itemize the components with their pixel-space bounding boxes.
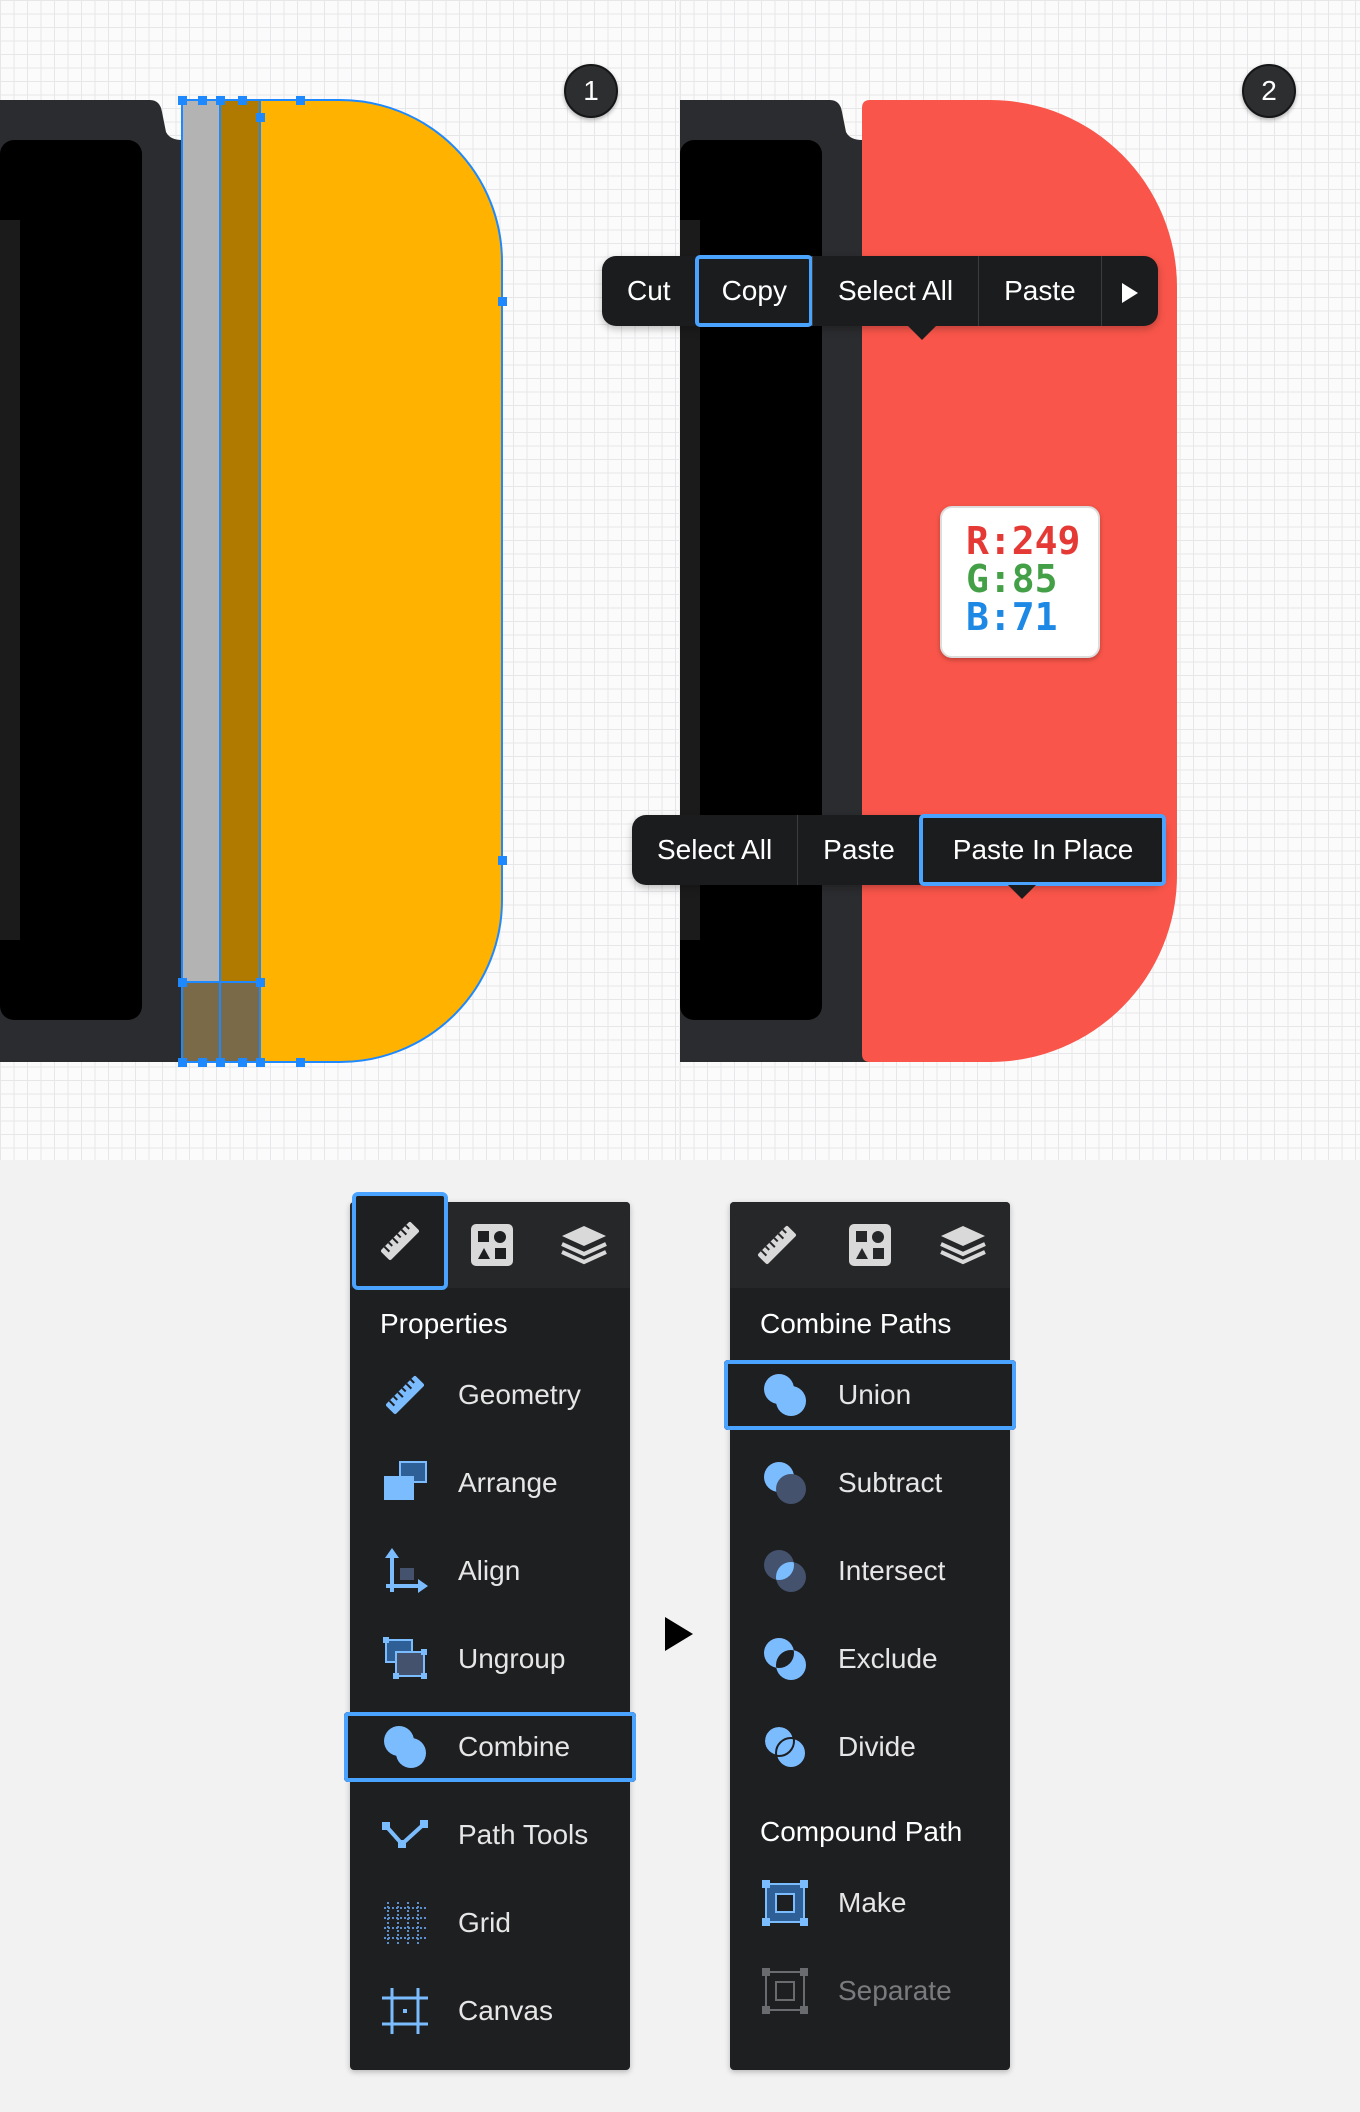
context-menu-paste: Select All Paste Paste In Place: [632, 814, 1167, 899]
canvas-icon: [380, 1986, 430, 2036]
combine-icon: [380, 1722, 430, 1772]
menu-item-union[interactable]: Union: [724, 1360, 1016, 1430]
step-1-artwork: [0, 96, 507, 1067]
menu-item-combine[interactable]: Combine: [344, 1712, 636, 1782]
menu-item-subtract[interactable]: Subtract: [730, 1448, 1010, 1518]
menu-item-ungroup[interactable]: Ungroup: [350, 1624, 630, 1694]
panel-tabs: [730, 1202, 1010, 1288]
menu-label: Divide: [838, 1731, 916, 1762]
play-arrow-icon[interactable]: [1100, 256, 1158, 326]
menu-label: Combine: [458, 1731, 571, 1762]
step-1-canvas: 1: [0, 0, 679, 1160]
divide-icon: [760, 1722, 810, 1772]
menu-item-separate[interactable]: Separate: [730, 1956, 1010, 2026]
menu-label: Ungroup: [458, 1643, 566, 1674]
menu-copy[interactable]: Copy: [694, 255, 813, 327]
menu-select-all[interactable]: Select All: [811, 256, 978, 326]
menu-label: Canvas: [458, 1995, 553, 2026]
union-icon: [760, 1370, 810, 1420]
menu-item-grid[interactable]: Grid: [350, 1888, 630, 1958]
menu-item-path-tools[interactable]: Path Tools: [350, 1800, 630, 1870]
menu-paste[interactable]: Paste: [978, 256, 1101, 326]
color-r-value: R:249: [966, 519, 1081, 563]
compound-path-title: Compound Path: [760, 1816, 963, 1847]
compound-make-icon: [760, 1878, 810, 1928]
compound-separate-icon: [760, 1966, 810, 2016]
shapes-icon[interactable]: [446, 1202, 538, 1288]
device-screen: [0, 140, 142, 1020]
color-value-sticker: R:249 G:85 B:71: [940, 506, 1100, 658]
menu-label: Subtract: [838, 1467, 943, 1498]
menu-label: Separate: [838, 1975, 952, 2006]
menu-cut[interactable]: Cut: [602, 256, 696, 326]
menu-label: Path Tools: [458, 1819, 589, 1850]
menu-label: Align: [458, 1555, 521, 1586]
menu-tail: [1008, 885, 1036, 899]
menu-item-geometry[interactable]: Geometry: [350, 1360, 630, 1430]
menu-tail: [908, 326, 936, 340]
menu-label: Geometry: [458, 1379, 581, 1410]
menu-label: Union: [838, 1379, 912, 1410]
subtract-icon: [760, 1458, 810, 1508]
grid-icon: [380, 1898, 430, 1948]
menu-paste-in-place[interactable]: Paste In Place: [918, 814, 1167, 886]
ungroup-icon: [380, 1634, 430, 1684]
path-tools-icon: [380, 1810, 430, 1860]
menu-paste-2[interactable]: Paste: [797, 815, 920, 885]
step-badge-1: 1: [564, 64, 618, 118]
menu-item-intersect[interactable]: Intersect: [730, 1536, 1010, 1606]
menu-item-align[interactable]: Align: [350, 1536, 630, 1606]
menu-label: Exclude: [838, 1643, 938, 1674]
menu-label: Intersect: [838, 1555, 946, 1586]
ruler-icon[interactable]: [730, 1202, 823, 1288]
menu-item-arrange[interactable]: Arrange: [350, 1448, 630, 1518]
ruler-icon: [380, 1370, 430, 1420]
menu-item-divide[interactable]: Divide: [730, 1712, 1010, 1782]
arrange-icon: [380, 1458, 430, 1508]
layers-icon[interactable]: [916, 1202, 1009, 1288]
properties-panel: Properties Geometry Arrange Align Ungrou…: [344, 1192, 636, 2070]
combine-paths-panel: Combine Paths Union Subtract Intersect E…: [724, 1202, 1016, 2070]
align-icon: [380, 1546, 430, 1596]
properties-title: Properties: [380, 1308, 508, 1339]
color-g-value: G:85: [966, 557, 1058, 601]
step-2-canvas: 2 R:249 G:85 B:71: [680, 0, 1360, 1160]
exclude-icon: [760, 1634, 810, 1684]
menu-item-exclude[interactable]: Exclude: [730, 1624, 1010, 1694]
context-menu-copy: Cut Copy Select All Paste: [602, 255, 1158, 340]
shapes-icon[interactable]: [823, 1202, 916, 1288]
intersect-icon: [760, 1546, 810, 1596]
menu-label: Grid: [458, 1907, 511, 1938]
menu-label: Arrange: [458, 1467, 558, 1498]
layers-icon[interactable]: [538, 1202, 630, 1288]
color-b-value: B:71: [966, 595, 1058, 639]
menu-label: Make: [838, 1887, 907, 1918]
menu-select-all-2[interactable]: Select All: [632, 815, 797, 885]
step-badge-2: 2: [1242, 64, 1296, 118]
menu-item-make[interactable]: Make: [730, 1868, 1010, 1938]
play-arrow-icon: [665, 1617, 693, 1651]
combine-paths-title: Combine Paths: [760, 1308, 952, 1339]
panel-tabs: [350, 1192, 630, 1290]
menu-item-canvas[interactable]: Canvas: [350, 1976, 630, 2046]
ruler-icon[interactable]: [352, 1192, 448, 1290]
